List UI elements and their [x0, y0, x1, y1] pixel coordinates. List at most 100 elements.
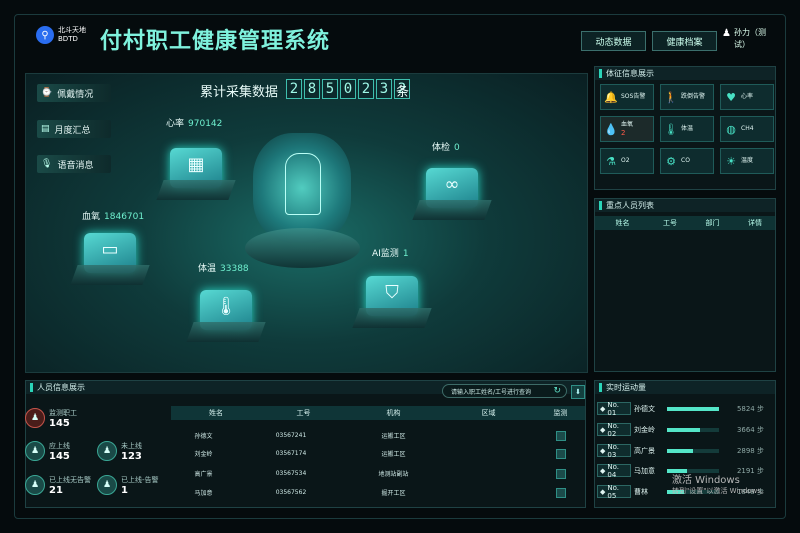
- watch-icon: ⌚: [41, 88, 53, 98]
- drop-icon: 💧: [604, 122, 618, 136]
- device-icon: ▭: [101, 239, 119, 260]
- worker-icon: ♟: [25, 408, 45, 428]
- oxygen-platform[interactable]: ▭: [70, 225, 150, 285]
- worker-icon: ♟: [97, 441, 117, 461]
- logo-cn: 北斗天地: [58, 26, 86, 34]
- temp-platform[interactable]: 🌡: [186, 282, 266, 342]
- gas-icon: ◍: [726, 122, 736, 136]
- microphone-icon: 🎙: [41, 159, 53, 169]
- clipboard-icon: ▤: [41, 124, 50, 134]
- rank-bar: [667, 448, 693, 453]
- collect-label: 累计采集数据: [200, 85, 279, 100]
- vital-ch4[interactable]: ◍ CH4: [720, 116, 774, 142]
- export-icon[interactable]: ⬇: [571, 385, 585, 399]
- logo: ⚲ 北斗天地 BDTD: [36, 20, 96, 50]
- persons-table-header: 姓名 工号 机构 区域 监测: [171, 406, 585, 420]
- search-input[interactable]: 请输入职工姓名/工号进行查询 ↻: [442, 384, 567, 398]
- shield-icon: ⛉: [385, 282, 399, 303]
- stat-temp: 体温 33388: [198, 264, 249, 274]
- key-persons-panel: 重点人员列表 姓名 工号 部门 详情: [594, 198, 776, 372]
- collect-counter: 2 8 5 0 2 3 2: [286, 79, 410, 99]
- vital-o2[interactable]: ⚗ O2: [600, 148, 654, 174]
- count-should-online: ♟ 应上线 145: [25, 437, 93, 465]
- o2-icon: ⚗: [606, 154, 616, 168]
- table-row[interactable]: 马加意 03567562 掘开工区: [171, 485, 585, 500]
- activity-title: 实时运动量: [606, 383, 646, 392]
- monitor-icon[interactable]: [555, 448, 566, 459]
- vital-sos[interactable]: 🔔 SOS告警: [600, 84, 654, 110]
- count-online-alarm: ♟ 已上线-告警 1: [97, 471, 165, 499]
- checkup-platform[interactable]: ∞: [412, 160, 492, 220]
- monitor-icon[interactable]: [555, 487, 566, 498]
- persons-title: 人员信息展示: [37, 383, 85, 392]
- temp-icon: ☀: [726, 154, 736, 168]
- diamond-icon: ◆: [600, 487, 606, 496]
- sidebar-item-wearing[interactable]: ⌚ 佩戴情况: [37, 84, 111, 102]
- health-archive-button[interactable]: 健康档案: [652, 31, 717, 51]
- vitals-grid: 🔔 SOS告警 🚶 跌倒告警 ♥ 心率 💧 血氧 2 🌡 体温 ◍ CH4 ⚗ O2 ⚙ CO ☀…: [600, 84, 774, 174]
- rank-row: ◆ No. 02 刘金岭 3664 步: [597, 421, 767, 438]
- windows-watermark: 激活 Windows 转到"设置"以激活 Windows。: [672, 475, 768, 496]
- worker-icon: ♟: [25, 475, 45, 495]
- counter-digit: 3: [376, 79, 392, 99]
- key-persons-title: 重点人员列表: [606, 201, 654, 210]
- count-online-no-alarm: ♟ 已上线无告警 21: [25, 471, 93, 499]
- count-monitored: ♟ 监测职工 145: [25, 404, 93, 432]
- dynamic-data-button[interactable]: 动态数据: [581, 31, 646, 51]
- diamond-icon: ◆: [600, 466, 606, 475]
- key-persons-header: 姓名 工号 部门 详情: [595, 216, 775, 230]
- rank-row: ◆ No. 01 孙德文 5824 步: [597, 400, 767, 417]
- counter-digit: 2: [286, 79, 302, 99]
- stat-oxygen: 血氧 1846701: [82, 212, 145, 222]
- rank-bar: [667, 468, 687, 473]
- person-figure-icon: [285, 153, 321, 215]
- logo-icon: ⚲: [36, 26, 54, 44]
- bell-icon: 🔔: [604, 90, 618, 104]
- vitals-title: 体征信息展示: [606, 69, 654, 78]
- table-row[interactable]: 刘金岭 03567174 运搬工区: [171, 446, 585, 461]
- ai-platform[interactable]: ⛉: [352, 268, 432, 328]
- sidebar-item-monthly[interactable]: ▤ 月度汇总: [37, 120, 111, 138]
- stat-ai: AI监测 1: [372, 249, 409, 259]
- central-hub: [245, 118, 360, 268]
- logo-en: BDTD: [58, 35, 78, 43]
- co-icon: ⚙: [666, 154, 676, 168]
- worker-icon: ♟: [25, 441, 45, 461]
- heart-platform[interactable]: ▦: [156, 140, 236, 200]
- rank-bar: [667, 406, 719, 411]
- user-icon: ♟: [722, 28, 731, 39]
- monitor-icon[interactable]: [555, 430, 566, 441]
- table-row[interactable]: 孙德文 03567241 运搬工区: [171, 428, 585, 443]
- vital-oxygen[interactable]: 💧 血氧 2: [600, 116, 654, 142]
- stat-checkup: 体检 0: [432, 143, 460, 153]
- link-icon: ∞: [444, 174, 460, 195]
- rank-bar: [667, 427, 700, 432]
- heart-icon: ♥: [726, 90, 736, 104]
- database-icon: ▦: [187, 154, 205, 175]
- thermometer-icon: 🌡: [214, 296, 238, 317]
- diamond-icon: ◆: [600, 425, 606, 434]
- table-row[interactable]: 高广景 03567534 地测站副站: [171, 466, 585, 481]
- thermo-icon: 🌡: [664, 122, 678, 136]
- user-name[interactable]: 孙力（测 试）: [734, 27, 766, 51]
- count-not-online: ♟ 未上线 123: [97, 437, 165, 465]
- vital-co[interactable]: ⚙ CO: [660, 148, 714, 174]
- worker-icon: ♟: [97, 475, 117, 495]
- vital-fall[interactable]: 🚶 跌倒告警: [660, 84, 714, 110]
- collect-unit: 条: [396, 85, 410, 100]
- vital-temperature[interactable]: ☀ 温度: [720, 148, 774, 174]
- counter-digit: 0: [340, 79, 356, 99]
- counter-digit: 8: [304, 79, 320, 99]
- diamond-icon: ◆: [600, 404, 606, 413]
- sidebar-item-voice[interactable]: 🎙 语音消息: [37, 155, 111, 173]
- vital-temp[interactable]: 🌡 体温: [660, 116, 714, 142]
- refresh-icon[interactable]: ↻: [553, 386, 561, 396]
- diamond-icon: ◆: [600, 446, 606, 455]
- counter-digit: 2: [358, 79, 374, 99]
- vital-heart[interactable]: ♥ 心率: [720, 84, 774, 110]
- counter-digit: 5: [322, 79, 338, 99]
- fall-icon: 🚶: [664, 90, 678, 104]
- rank-row: ◆ No. 03 高广景 2898 步: [597, 442, 767, 459]
- stat-heart: 心率 970142: [166, 119, 223, 129]
- monitor-icon[interactable]: [555, 468, 566, 479]
